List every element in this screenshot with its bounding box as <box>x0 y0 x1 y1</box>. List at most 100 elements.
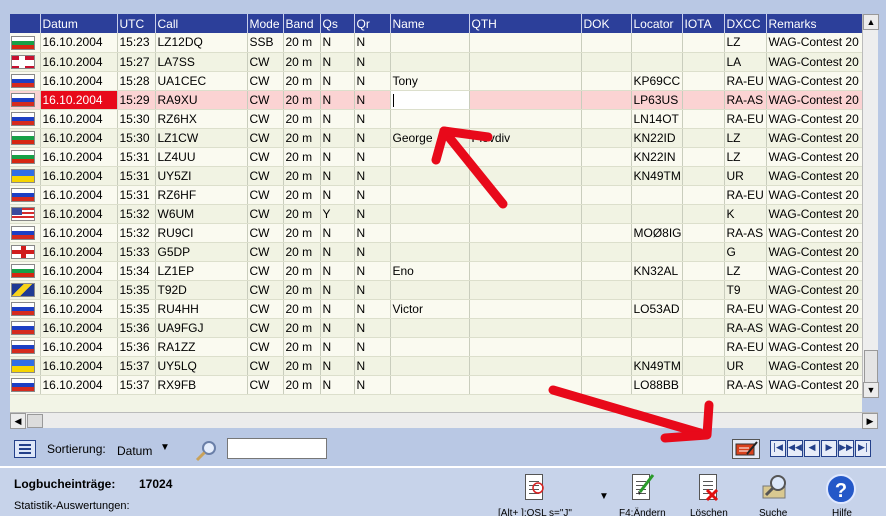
cell-call[interactable]: LZ1CW <box>155 128 248 148</box>
cell-name[interactable] <box>390 318 470 338</box>
cell-band[interactable]: 20 m <box>283 223 321 243</box>
cell-datum[interactable]: 16.10.2004 <box>40 337 118 357</box>
cell-name[interactable] <box>390 337 470 357</box>
help-button[interactable]: ? Hilfe <box>826 472 858 516</box>
cell-dok[interactable] <box>581 280 632 300</box>
cell-iota[interactable] <box>682 90 725 110</box>
cell-utc[interactable]: 15:36 <box>117 318 156 338</box>
cell-qth[interactable] <box>469 242 582 262</box>
cell-qth[interactable] <box>469 261 582 281</box>
cell-qr[interactable]: N <box>354 147 391 167</box>
cell-utc[interactable]: 15:32 <box>117 223 156 243</box>
cell-datum[interactable]: 16.10.2004 <box>40 318 118 338</box>
cell-qr[interactable]: N <box>354 337 391 357</box>
cell-mode[interactable]: CW <box>247 166 284 186</box>
cell-datum[interactable]: 16.10.2004 <box>40 147 118 167</box>
cell-name[interactable] <box>390 204 470 224</box>
cell-remarks[interactable]: WAG-Contest 20 <box>766 204 862 224</box>
column-header[interactable]: Locator <box>631 14 683 33</box>
cell-locator[interactable] <box>631 280 683 300</box>
cell-name[interactable] <box>390 356 470 376</box>
cell-utc[interactable]: 15:36 <box>117 337 156 357</box>
cell-qth[interactable] <box>469 71 582 91</box>
cell-qr[interactable]: N <box>354 356 391 376</box>
cell-qr[interactable]: N <box>354 109 391 129</box>
cell-band[interactable]: 20 m <box>283 375 321 395</box>
cell-dxcc[interactable]: RA-AS <box>724 90 767 110</box>
page-back-icon[interactable]: ◀◀ <box>787 440 803 457</box>
cell-dxcc[interactable]: RA-EU <box>724 71 767 91</box>
cell-dxcc[interactable]: RA-AS <box>724 318 767 338</box>
cell-mode[interactable]: CW <box>247 337 284 357</box>
cell-name[interactable]: Tony <box>390 71 470 91</box>
cell-qr[interactable]: N <box>354 261 391 281</box>
cell-datum[interactable]: 16.10.2004 <box>40 166 118 186</box>
cell-dok[interactable] <box>581 109 632 129</box>
cell-utc[interactable]: 15:30 <box>117 109 156 129</box>
cell-dxcc[interactable]: LA <box>724 52 767 72</box>
cell-datum[interactable]: 16.10.2004 <box>40 33 118 53</box>
cell-datum[interactable]: 16.10.2004 <box>40 223 118 243</box>
cell-dxcc[interactable]: LZ <box>724 147 767 167</box>
cell-remarks[interactable]: WAG-Contest 20 <box>766 261 862 281</box>
logbook-grid[interactable]: Datum UTC Call Mode Band Qs Qr Name QTH DOK Locato… <box>10 14 862 398</box>
cell-remarks[interactable]: WAG-Contest 20 <box>766 356 862 376</box>
column-header[interactable]: DXCC <box>724 14 767 33</box>
cell-name[interactable] <box>390 52 470 72</box>
cell-iota[interactable] <box>682 261 725 281</box>
column-header[interactable]: Qr <box>354 14 391 33</box>
cell-qs[interactable]: N <box>320 223 355 243</box>
cell-dok[interactable] <box>581 318 632 338</box>
cell-datum[interactable]: 16.10.2004 <box>40 280 118 300</box>
cell-call[interactable]: G5DP <box>155 242 248 262</box>
cell-dxcc[interactable]: G <box>724 242 767 262</box>
cell-band[interactable]: 20 m <box>283 280 321 300</box>
cell-datum[interactable]: 16.10.2004 <box>40 128 118 148</box>
qsl-button[interactable]: [Alt+ ]:QSL s="J" <box>498 472 572 516</box>
delete-button[interactable]: Löschen <box>690 472 728 516</box>
cell-locator[interactable]: LO53AD <box>631 299 683 319</box>
cell-dok[interactable] <box>581 90 632 110</box>
cell-qth[interactable]: Plovdiv <box>469 128 582 148</box>
cell-mode[interactable]: CW <box>247 261 284 281</box>
cell-dok[interactable] <box>581 337 632 357</box>
cell-qth[interactable] <box>469 299 582 319</box>
cell-dxcc[interactable]: UR <box>724 356 767 376</box>
cell-call[interactable]: LZ12DQ <box>155 33 248 53</box>
cell-qr[interactable]: N <box>354 52 391 72</box>
cell-call[interactable]: RZ6HX <box>155 109 248 129</box>
cell-dxcc[interactable]: RA-AS <box>724 223 767 243</box>
cell-iota[interactable] <box>682 299 725 319</box>
cell-dxcc[interactable]: RA-EU <box>724 337 767 357</box>
vertical-scroll-thumb[interactable] <box>864 350 878 384</box>
vertical-scrollbar[interactable]: ▲ ▼ <box>862 14 879 398</box>
cell-call[interactable]: RU4HH <box>155 299 248 319</box>
cell-remarks[interactable]: WAG-Contest 20 <box>766 33 862 53</box>
cell-qr[interactable]: N <box>354 185 391 205</box>
table-row[interactable]: 16.10.2004 15:34 LZ1EP CW 20 m N N Eno KN32AL LZ W… <box>10 261 862 281</box>
cell-qs[interactable]: N <box>320 71 355 91</box>
cell-qth[interactable] <box>469 280 582 300</box>
cell-qs[interactable]: N <box>320 242 355 262</box>
cell-locator[interactable] <box>631 242 683 262</box>
cell-qs[interactable]: N <box>320 299 355 319</box>
cell-mode[interactable]: CW <box>247 90 284 110</box>
table-row[interactable]: 16.10.2004 15:32 W6UM CW 20 m Y N K WAG-Contest … <box>10 204 862 224</box>
cell-name[interactable] <box>390 109 470 129</box>
cell-name[interactable] <box>390 33 470 53</box>
cell-qth[interactable] <box>469 375 582 395</box>
cell-call[interactable]: RA9XU <box>155 90 248 110</box>
first-record-icon[interactable]: |◀ <box>770 440 786 457</box>
cell-locator[interactable]: KN22IN <box>631 147 683 167</box>
cell-mode[interactable]: SSB <box>247 33 284 53</box>
cell-band[interactable]: 20 m <box>283 337 321 357</box>
cell-iota[interactable] <box>682 337 725 357</box>
cell-qth[interactable] <box>469 109 582 129</box>
cell-band[interactable]: 20 m <box>283 33 321 53</box>
cell-locator[interactable]: LO88BB <box>631 375 683 395</box>
cell-utc[interactable]: 15:23 <box>117 33 156 53</box>
cell-qs[interactable]: N <box>320 109 355 129</box>
column-header[interactable]: IOTA <box>682 14 725 33</box>
cell-dok[interactable] <box>581 33 632 53</box>
cell-dok[interactable] <box>581 242 632 262</box>
